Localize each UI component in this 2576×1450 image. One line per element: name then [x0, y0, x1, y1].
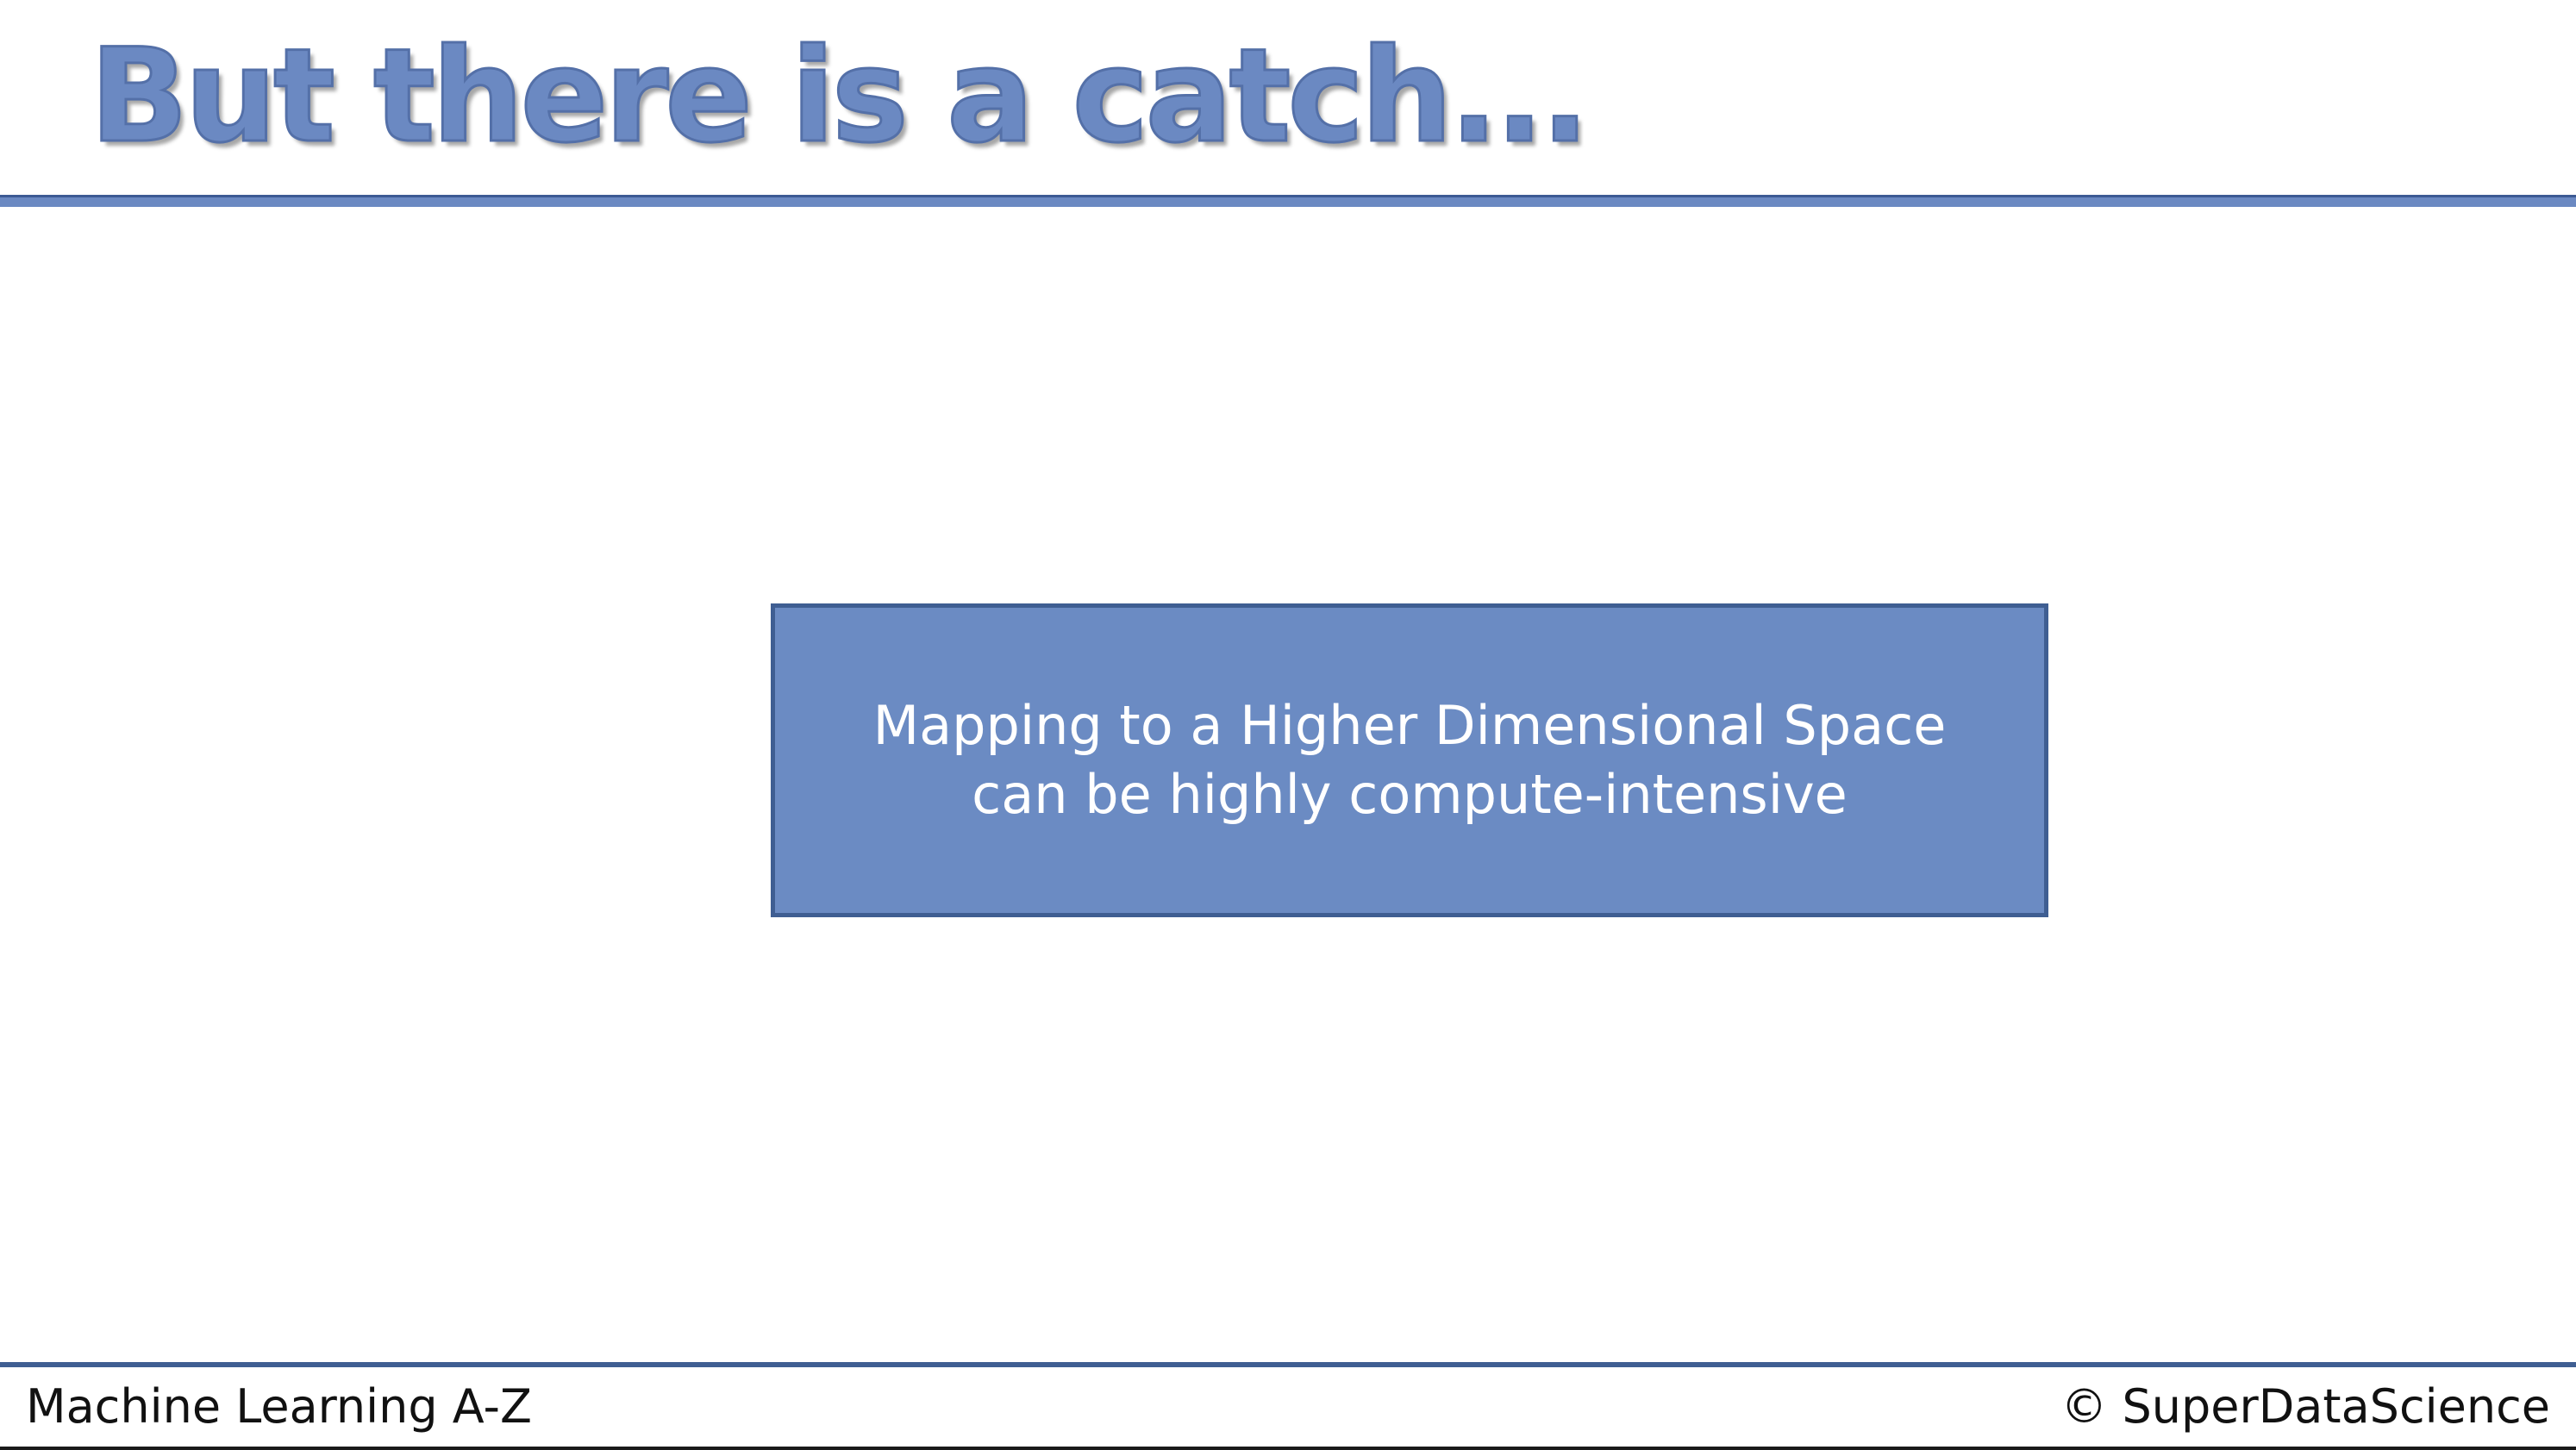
footer-course-name: Machine Learning A-Z	[26, 1379, 533, 1434]
footer-bottom-border	[0, 1447, 2576, 1450]
footer-copyright: © SuperDataScience	[2060, 1379, 2550, 1434]
footer-divider	[0, 1362, 2576, 1367]
title-divider	[0, 195, 2576, 207]
callout-box: Mapping to a Higher Dimensional Space ca…	[771, 603, 2048, 917]
callout-text: Mapping to a Higher Dimensional Space ca…	[872, 694, 1947, 826]
slide-title: But there is a catch...	[88, 22, 1591, 172]
